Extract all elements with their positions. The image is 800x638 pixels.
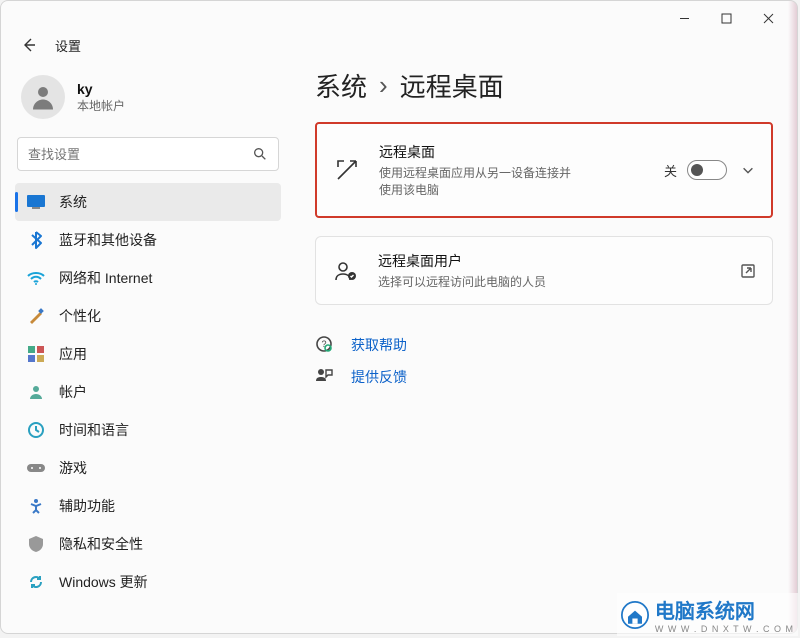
- bluetooth-icon: [27, 231, 45, 249]
- remote-desktop-icon: [333, 156, 361, 184]
- watermark-brand: 电脑系统网: [655, 595, 794, 624]
- watermark: 电脑系统网 W W W . D N X T W . C O M: [617, 593, 798, 636]
- remote-users-icon: [332, 257, 360, 285]
- nav-item-gaming[interactable]: 游戏: [15, 449, 281, 487]
- avatar: [21, 75, 65, 119]
- system-icon: [27, 193, 45, 211]
- nav-label: 辅助功能: [59, 496, 115, 516]
- time-icon: [27, 421, 45, 439]
- nav-label: 应用: [59, 344, 87, 364]
- header-row: 设置: [1, 35, 797, 55]
- minimize-button[interactable]: [663, 4, 705, 32]
- svg-text:?: ?: [321, 339, 326, 349]
- breadcrumb-separator: ›: [379, 70, 388, 101]
- breadcrumb-current: 远程桌面: [400, 67, 504, 104]
- nav-item-time-language[interactable]: 时间和语言: [15, 411, 281, 449]
- nav-label: 系统: [59, 192, 87, 212]
- card-subtitle: 选择可以远程访问此电脑的人员: [378, 273, 722, 290]
- privacy-icon: [27, 535, 45, 553]
- nav-label: 时间和语言: [59, 420, 129, 440]
- toggle-label: 关: [664, 161, 677, 180]
- minimize-icon: [679, 13, 690, 24]
- nav-item-system[interactable]: 系统: [15, 183, 281, 221]
- edge-decoration: [788, 1, 798, 633]
- nav-item-accessibility[interactable]: 辅助功能: [15, 487, 281, 525]
- sidebar: ky 本地帐户 系统 蓝牙和其他设备 网络和 In: [1, 55, 291, 633]
- layout: ky 本地帐户 系统 蓝牙和其他设备 网络和 In: [1, 55, 797, 633]
- accessibility-icon: [27, 497, 45, 515]
- nav-item-personalization[interactable]: 个性化: [15, 297, 281, 335]
- nav-item-network[interactable]: 网络和 Internet: [15, 259, 281, 297]
- nav-list: 系统 蓝牙和其他设备 网络和 Internet 个性化 应用: [15, 183, 281, 601]
- feedback-icon: [315, 367, 335, 387]
- main-content: 系统 › 远程桌面 远程桌面 使用远程桌面应用从另一设备连接并使用该电脑 关: [291, 55, 797, 633]
- nav-item-privacy[interactable]: 隐私和安全性: [15, 525, 281, 563]
- settings-window: 设置 ky 本地帐户 系统: [0, 0, 798, 634]
- link-label: 获取帮助: [351, 335, 407, 355]
- user-subtitle: 本地帐户: [77, 97, 125, 114]
- card-title: 远程桌面: [379, 142, 646, 162]
- apps-icon: [27, 345, 45, 363]
- search-input[interactable]: [28, 147, 252, 162]
- remote-users-card[interactable]: 远程桌面用户 选择可以远程访问此电脑的人员: [315, 236, 773, 305]
- account-icon: [27, 383, 45, 401]
- watermark-url: W W W . D N X T W . C O M: [655, 624, 794, 634]
- chevron-down-icon[interactable]: [741, 163, 755, 177]
- remote-desktop-card[interactable]: 远程桌面 使用远程桌面应用从另一设备连接并使用该电脑 关: [315, 122, 773, 218]
- link-label: 提供反馈: [351, 367, 407, 387]
- nav-label: 隐私和安全性: [59, 534, 143, 554]
- watermark-logo-icon: [621, 601, 649, 629]
- remote-desktop-toggle[interactable]: [687, 160, 727, 180]
- nav-label: 帐户: [59, 382, 87, 402]
- maximize-button[interactable]: [705, 4, 747, 32]
- nav-label: 蓝牙和其他设备: [59, 230, 157, 250]
- person-icon: [28, 82, 58, 112]
- nav-item-apps[interactable]: 应用: [15, 335, 281, 373]
- search-box[interactable]: [17, 137, 279, 171]
- help-links: ? 获取帮助 提供反馈: [315, 329, 773, 393]
- nav-label: 游戏: [59, 458, 87, 478]
- close-button[interactable]: [747, 4, 789, 32]
- close-icon: [763, 13, 774, 24]
- search-icon: [252, 146, 268, 162]
- breadcrumb-parent[interactable]: 系统: [315, 67, 367, 104]
- game-icon: [27, 459, 45, 477]
- give-feedback-link[interactable]: 提供反馈: [315, 361, 773, 393]
- user-row[interactable]: ky 本地帐户: [15, 67, 281, 133]
- get-help-link[interactable]: ? 获取帮助: [315, 329, 773, 361]
- titlebar: [1, 1, 797, 35]
- nav-label: 网络和 Internet: [59, 268, 152, 288]
- help-icon: ?: [315, 335, 335, 355]
- app-title: 设置: [55, 36, 81, 55]
- back-arrow-icon: [21, 37, 37, 53]
- open-external-icon: [740, 263, 756, 279]
- update-icon: [27, 573, 45, 591]
- nav-item-windows-update[interactable]: Windows 更新: [15, 563, 281, 601]
- nav-label: 个性化: [59, 306, 101, 326]
- personalize-icon: [27, 307, 45, 325]
- nav-item-bluetooth[interactable]: 蓝牙和其他设备: [15, 221, 281, 259]
- nav-label: Windows 更新: [59, 572, 148, 592]
- wifi-icon: [27, 269, 45, 287]
- nav-item-accounts[interactable]: 帐户: [15, 373, 281, 411]
- card-title: 远程桌面用户: [378, 251, 722, 271]
- back-button[interactable]: [19, 35, 39, 55]
- breadcrumb: 系统 › 远程桌面: [315, 67, 773, 104]
- maximize-icon: [721, 13, 732, 24]
- user-name: ky: [77, 81, 125, 97]
- card-subtitle: 使用远程桌面应用从另一设备连接并使用该电脑: [379, 164, 579, 198]
